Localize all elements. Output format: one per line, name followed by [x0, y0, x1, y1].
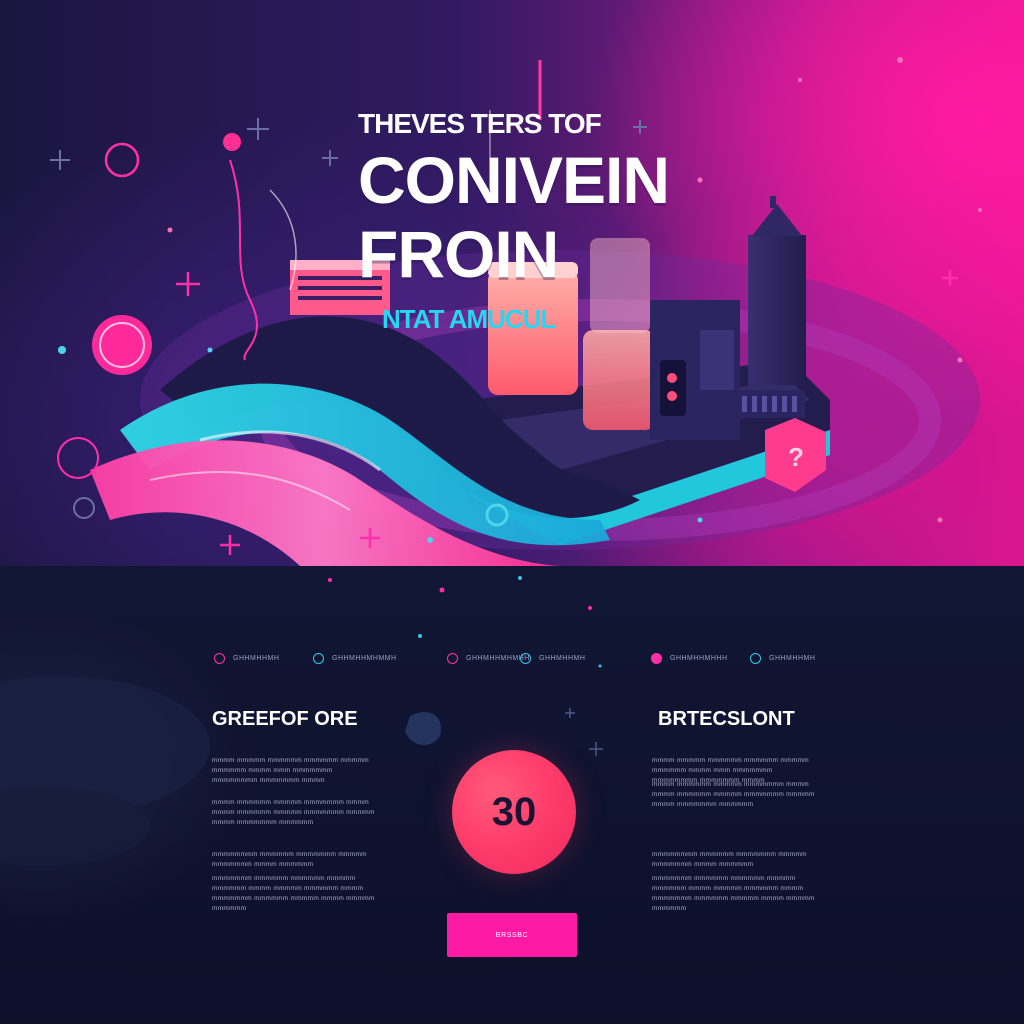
hero-banner: ? THEVES TERS TOF CONIVEIN FROIN NTAT AM…	[0, 0, 1024, 566]
circle-icon	[313, 652, 324, 664]
circle-icon	[750, 652, 761, 664]
nav-item-5[interactable]: GHHMHHMHHH	[651, 650, 728, 666]
hero-subtitle: NTAT AMUCUL	[382, 304, 556, 334]
right-column-title: BRTECSLONT	[658, 708, 795, 730]
right-paragraph-2: mmmm mmmmmm mmmmm mmmmmmm mmmm mmmm mmmm…	[652, 781, 815, 808]
right-paragraph-3: mmmmmmmm mmmmmm mmmmmmm mmmmm mmmmmmm mm…	[652, 851, 807, 868]
svg-text:?: ?	[788, 442, 804, 472]
nav-item-label: GHHMHHMHMMH	[332, 654, 397, 662]
feature-nav: GHHMHHMH GHHMHHMHMMH GHHMHHMHMHH GHHMHHM…	[0, 650, 1024, 666]
left-column-title: GREEFOF ORE	[212, 708, 358, 730]
left-paragraph-3: mmmmmmmm mmmmmm mmmmmmm mmmmm mmmmmmm mm…	[212, 851, 367, 868]
nav-item-label: GHHMHHMH	[539, 654, 586, 662]
right-paragraph-4: mmmmmmm mmmmmm mmmmmm mmmmm mmmmmm mmmm …	[652, 875, 815, 912]
circle-icon	[447, 652, 458, 664]
circle-icon	[214, 652, 225, 664]
nav-item-label: GHHMHHMH	[769, 654, 816, 662]
hero-title-line-2: FROIN	[358, 217, 559, 291]
nav-item-label: GHHMHHMHHH	[670, 654, 728, 662]
left-paragraph-4: mmmmmmm mmmmmm mmmmmm mmmmm mmmmmm mmmm …	[212, 875, 375, 912]
left-paragraph-2: mmmm mmmmmm mmmmm mmmmmmm mmmm mmmm mmmm…	[212, 799, 375, 826]
nav-item-6[interactable]: GHHMHHMH	[750, 650, 815, 666]
circle-icon	[520, 652, 531, 664]
hero-kicker: THEVES TERS TOF	[358, 108, 602, 139]
hero-title-line-1: CONIVEIN	[358, 143, 670, 217]
nav-item-2[interactable]: GHHMHHMHMMH	[313, 650, 397, 666]
circle-icon	[651, 652, 662, 664]
nav-item-1[interactable]: GHHMHHMH	[214, 650, 279, 666]
nav-item-3[interactable]: GHHMHHMHMHH	[447, 650, 530, 666]
nav-item-4[interactable]: GHHMHHMH	[520, 650, 585, 666]
left-paragraph-1: mmmm mmmmm mmmmmm mmmmmm mmmmm mmmmmm mm…	[212, 757, 370, 784]
stat-counter-badge: 30	[452, 750, 576, 874]
cta-button[interactable]: BRSSBC	[447, 913, 577, 957]
nav-item-label: GHHMHHMH	[233, 654, 280, 662]
